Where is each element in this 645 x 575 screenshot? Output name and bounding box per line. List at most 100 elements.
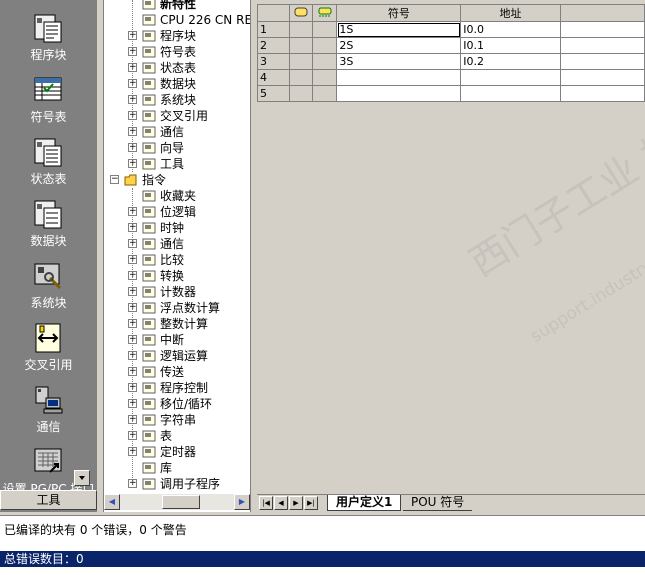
tree-item[interactable]: + 比较 [104, 252, 250, 268]
tree-item[interactable]: + 符号表 [104, 44, 250, 60]
tree-item[interactable]: + 程序控制 [104, 380, 250, 396]
tree-item[interactable]: + 通信 [104, 124, 250, 140]
nav-item-data-block[interactable]: 数据块 [0, 190, 97, 252]
tree-item[interactable]: + 系统块 [104, 92, 250, 108]
tree-item[interactable]: + 通信 [104, 236, 250, 252]
symbol-usage-cell[interactable] [312, 85, 338, 102]
tree-item[interactable]: + 浮点数计算 [104, 300, 250, 316]
symbol-usage-cell[interactable] [312, 53, 338, 70]
comment-column-header[interactable] [559, 4, 645, 22]
tree-item[interactable]: + 传送 [104, 364, 250, 380]
scroll-left-button[interactable]: ◀ [104, 494, 120, 510]
row-number[interactable]: 3 [257, 53, 290, 70]
tab-next-button[interactable]: ▶ [289, 496, 303, 510]
tab-user-defined-1[interactable]: 用户定义1 [327, 495, 402, 511]
tree-item[interactable]: 收藏夹 [104, 188, 250, 204]
symbol-usage-cell[interactable] [312, 69, 338, 86]
scroll-thumb[interactable] [162, 495, 200, 509]
tree-item[interactable]: 库 [104, 460, 250, 476]
address-cell[interactable]: I0.0 [460, 21, 561, 38]
comment-cell[interactable] [559, 37, 645, 54]
tab-last-button[interactable]: ▶| [304, 496, 318, 510]
table-row[interactable]: 2 2S I0.1 [257, 37, 645, 54]
tree-item[interactable]: + 逻辑运算 [104, 348, 250, 364]
tree-horizontal-scrollbar[interactable]: ◀ ▶ [104, 494, 250, 510]
nav-tools-group-button[interactable]: 工具 [0, 490, 97, 510]
nav-item-symbol-table[interactable]: 符号表 [0, 66, 97, 128]
tree-item-label: 中断 [160, 333, 185, 347]
tree-item[interactable]: + 状态表 [104, 60, 250, 76]
tree-node-icon [142, 430, 156, 442]
tree-item[interactable]: + 整数计算 [104, 316, 250, 332]
row-number[interactable]: 2 [257, 37, 290, 54]
address-column-header[interactable]: 地址 [460, 4, 561, 22]
comment-cell[interactable] [559, 85, 645, 102]
nav-item-program-block[interactable]: 程序块 [0, 4, 97, 66]
symbol-type-cell[interactable] [288, 69, 314, 86]
tree-item[interactable]: + 表 [104, 428, 250, 444]
tree-item[interactable]: 新特性 [104, 0, 250, 12]
table-row[interactable]: 1 1S I0.0 [257, 21, 645, 38]
tree-node-icon [142, 254, 156, 266]
tab-prev-button[interactable]: ◀ [274, 496, 288, 510]
tree-item[interactable]: + 交叉引用 [104, 108, 250, 124]
symbol-type-cell[interactable] [288, 21, 314, 38]
tree-item-label: 系统块 [160, 93, 197, 107]
row-number[interactable]: 1 [257, 21, 290, 38]
tree-item[interactable]: + 数据块 [104, 76, 250, 92]
scroll-right-button[interactable]: ▶ [234, 494, 250, 510]
symbol-usage-cell[interactable] [312, 37, 338, 54]
tree-item[interactable]: + 中断 [104, 332, 250, 348]
symbol-column-header[interactable]: 符号 [336, 4, 462, 22]
tree-item[interactable]: + 定时器 [104, 444, 250, 460]
symbol-usage-column-header[interactable] [312, 4, 338, 22]
symbol-cell[interactable] [336, 85, 462, 102]
nav-item-cross-reference[interactable]: 交叉引用 [0, 314, 97, 376]
comment-cell[interactable] [559, 69, 645, 86]
tab-first-button[interactable]: |◀ [259, 496, 273, 510]
symbol-cell[interactable] [336, 69, 462, 86]
tree-item-label: 比较 [160, 253, 185, 267]
address-cell[interactable]: I0.1 [460, 37, 561, 54]
tree-item[interactable]: + 字符串 [104, 412, 250, 428]
tree-item[interactable]: + 位逻辑 [104, 204, 250, 220]
nav-item-communication[interactable]: 通信 [0, 376, 97, 438]
nav-scroll-down-button[interactable] [74, 470, 90, 486]
total-errors-line[interactable]: 总错误数目：0 [0, 551, 645, 567]
symbol-cell[interactable]: 2S [336, 37, 462, 54]
symbol-cell[interactable]: 1S [336, 21, 462, 38]
address-cell[interactable]: I0.2 [460, 53, 561, 70]
symbol-type-cell[interactable] [288, 85, 314, 102]
comment-cell[interactable] [559, 21, 645, 38]
comment-cell[interactable] [559, 53, 645, 70]
tree-item[interactable]: + 时钟 [104, 220, 250, 236]
tree-item[interactable]: + 移位/循环 [104, 396, 250, 412]
tree-node-icon [142, 238, 156, 250]
tree-item[interactable]: + 工具 [104, 156, 250, 172]
symbol-type-cell[interactable] [288, 37, 314, 54]
tree-item-label: 指令 [142, 173, 167, 187]
nav-item-status-table[interactable]: 状态表 [0, 128, 97, 190]
symbol-type-column-header[interactable] [288, 4, 314, 22]
tree-item-instructions[interactable]: − 指令 [104, 172, 250, 188]
address-cell[interactable] [460, 69, 561, 86]
tree-item[interactable]: + 调用子程序 [104, 476, 250, 492]
tree-node-icon [142, 462, 156, 474]
tree-item[interactable]: + 计数器 [104, 284, 250, 300]
row-number[interactable]: 4 [257, 69, 290, 86]
symbol-cell[interactable]: 3S [336, 53, 462, 70]
nav-item-system-block[interactable]: 系统块 [0, 252, 97, 314]
table-row[interactable]: 3 3S I0.2 [257, 53, 645, 70]
tab-pou-symbols[interactable]: POU 符号 [403, 495, 473, 511]
symbol-type-cell[interactable] [288, 53, 314, 70]
tree-item[interactable]: + 程序块 [104, 28, 250, 44]
tree-item[interactable]: + 转换 [104, 268, 250, 284]
tree-item[interactable]: + 向导 [104, 140, 250, 156]
symbol-usage-cell[interactable] [312, 21, 338, 38]
table-row[interactable]: 5 [257, 85, 645, 102]
table-row[interactable]: 4 [257, 69, 645, 86]
tree-collapse-icon[interactable]: − [110, 175, 119, 184]
address-cell[interactable] [460, 85, 561, 102]
row-number[interactable]: 5 [257, 85, 290, 102]
tree-item[interactable]: CPU 226 CN REL [104, 12, 250, 28]
